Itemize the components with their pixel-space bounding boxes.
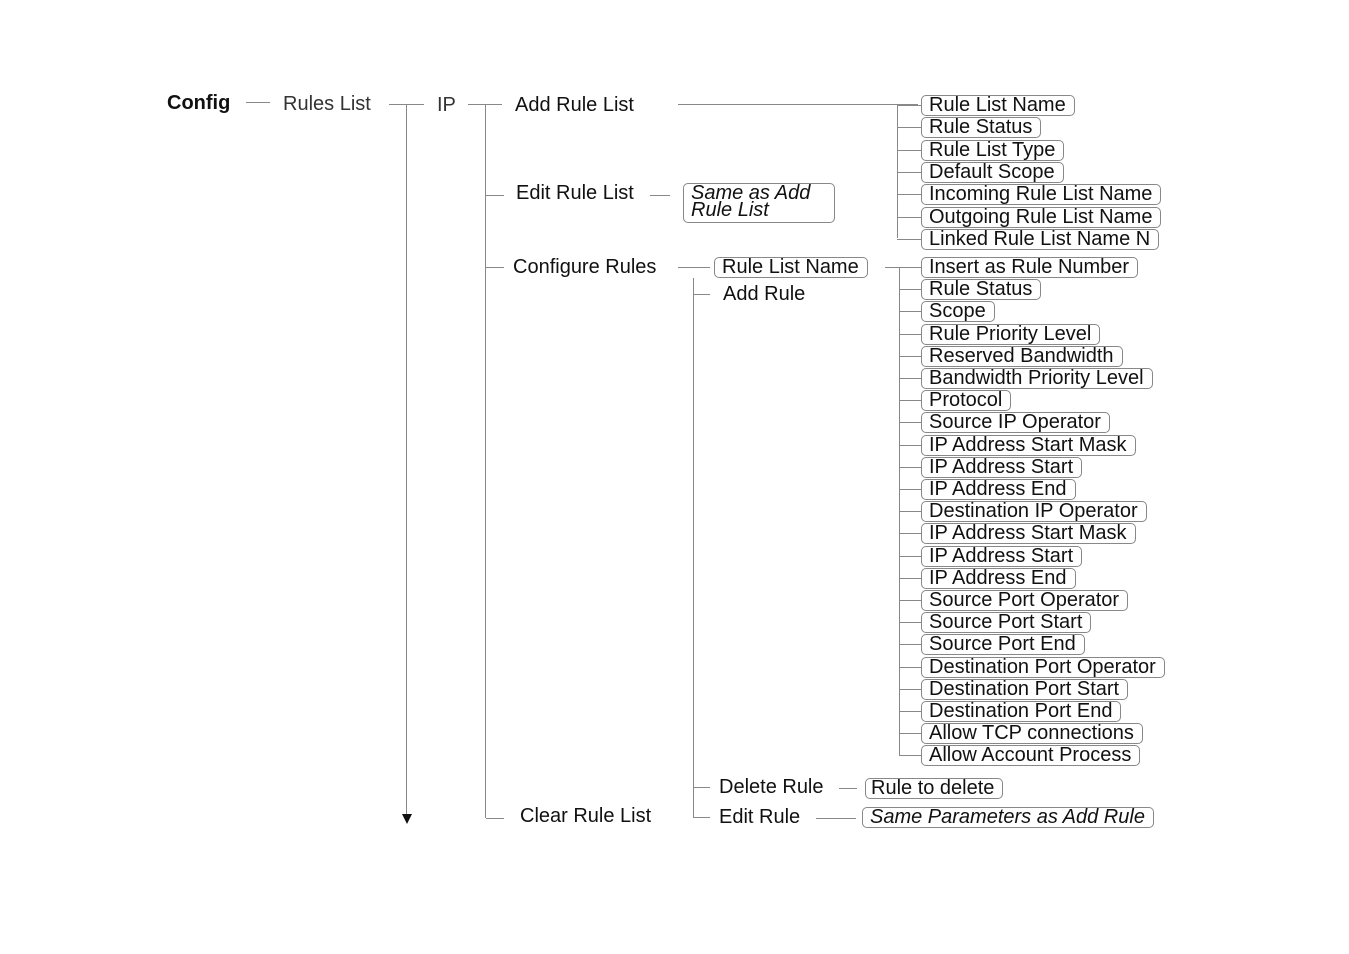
connector-line bbox=[899, 511, 921, 513]
param-item: Insert as Rule Number bbox=[921, 257, 1139, 278]
param-item: Scope bbox=[921, 301, 995, 323]
param-item: Rule Status bbox=[921, 279, 1042, 301]
param-item: Incoming Rule List Name bbox=[921, 184, 1162, 206]
connector-line bbox=[899, 378, 921, 379]
param-item: Destination Port Start bbox=[921, 678, 1129, 700]
connector-line bbox=[839, 788, 857, 789]
connector-line bbox=[899, 400, 921, 402]
node-delete-rule: Delete Rule bbox=[719, 776, 824, 798]
connector-line bbox=[897, 216, 921, 218]
node-add-rule-list: Add Rule List bbox=[515, 94, 634, 116]
param-item: Rule List Name bbox=[921, 95, 1075, 116]
connector-line bbox=[899, 688, 921, 690]
connector-line bbox=[486, 267, 504, 268]
connector-line bbox=[899, 533, 921, 535]
param-item: Protocol bbox=[921, 390, 1012, 412]
edit-rule-note: Same Parameters as Add Rule bbox=[862, 807, 1154, 828]
connector-line bbox=[897, 127, 921, 129]
param-item: Rule Status bbox=[921, 117, 1042, 139]
param-item: IP Address End bbox=[921, 479, 1076, 500]
connector-line bbox=[678, 267, 710, 268]
connector-line bbox=[650, 195, 670, 196]
param-item: Destination Port End bbox=[921, 701, 1122, 722]
param-item: Rule List Type bbox=[921, 139, 1065, 161]
connector-line bbox=[899, 289, 921, 291]
connector-line bbox=[678, 104, 918, 105]
connector-line bbox=[899, 444, 921, 446]
param-item: IP Address End bbox=[921, 567, 1076, 589]
connector-line bbox=[897, 149, 921, 151]
connector-line bbox=[694, 787, 710, 788]
connector-line bbox=[897, 105, 921, 106]
connector-line bbox=[246, 102, 270, 103]
param-item: Destination IP Operator bbox=[921, 501, 1147, 523]
node-rules-list: Rules List bbox=[283, 93, 371, 115]
connector-line bbox=[899, 600, 921, 601]
connector-line bbox=[899, 267, 921, 268]
connector-line bbox=[899, 355, 921, 357]
param-item: Rule Priority Level bbox=[921, 323, 1101, 345]
node-edit-rule: Edit Rule bbox=[719, 806, 801, 828]
connector-line bbox=[899, 555, 921, 557]
connector-line bbox=[486, 818, 504, 819]
connector-line bbox=[897, 171, 921, 173]
node-edit-rule-list: Edit Rule List bbox=[516, 182, 634, 204]
param-item: Allow TCP connections bbox=[921, 723, 1143, 745]
configure-rules-trunk-line bbox=[693, 278, 694, 818]
connector-line bbox=[694, 294, 710, 295]
param-item: Default Scope bbox=[921, 161, 1064, 183]
connector-line bbox=[899, 577, 921, 579]
param-item: Source Port End bbox=[921, 634, 1085, 656]
param-item: Source IP Operator bbox=[921, 412, 1110, 434]
ip-trunk-line bbox=[485, 104, 486, 818]
param-rule-list-name: Rule List Name bbox=[714, 257, 868, 278]
connector-line bbox=[899, 333, 921, 335]
edit-rule-list-note: Same as Add Rule List bbox=[683, 183, 835, 223]
rules-list-trunk-line bbox=[406, 104, 407, 814]
connector-line bbox=[897, 238, 921, 240]
connector-line bbox=[899, 311, 921, 313]
connector-line bbox=[899, 644, 921, 646]
down-arrow-icon bbox=[402, 814, 412, 824]
connector-line bbox=[899, 733, 921, 735]
param-item: Linked Rule List Name N bbox=[921, 228, 1160, 250]
connector-line bbox=[899, 622, 921, 624]
connector-line bbox=[816, 818, 856, 819]
node-config: Config bbox=[167, 92, 231, 114]
node-add-rule: Add Rule bbox=[723, 283, 806, 305]
param-item: IP Address Start bbox=[921, 545, 1083, 567]
note-line: Rule List bbox=[691, 199, 769, 221]
param-item: IP Address Start Mask bbox=[921, 434, 1136, 456]
connector-line bbox=[899, 422, 921, 424]
connector-line bbox=[897, 194, 921, 196]
param-item: Outgoing Rule List Name bbox=[921, 206, 1162, 228]
param-item: IP Address Start bbox=[921, 456, 1083, 478]
connector-line bbox=[899, 755, 921, 757]
param-item: Destination Port Operator bbox=[921, 656, 1165, 678]
param-item: Bandwidth Priority Level bbox=[921, 368, 1153, 389]
connector-line bbox=[899, 711, 921, 712]
node-configure-rules: Configure Rules bbox=[513, 256, 657, 278]
connector-line bbox=[694, 817, 710, 818]
node-ip: IP bbox=[437, 94, 456, 116]
connector-line bbox=[899, 666, 921, 668]
connector-line bbox=[899, 489, 921, 490]
connector-line bbox=[899, 466, 921, 468]
node-clear-rule-list: Clear Rule List bbox=[520, 805, 652, 827]
param-item: Source Port Start bbox=[921, 612, 1092, 634]
param-item: IP Address Start Mask bbox=[921, 523, 1136, 545]
param-item: Allow Account Process bbox=[921, 745, 1141, 767]
connector-line bbox=[486, 195, 504, 196]
param-item: Reserved Bandwidth bbox=[921, 345, 1123, 367]
param-rule-to-delete: Rule to delete bbox=[865, 778, 1004, 799]
param-item: Source Port Operator bbox=[921, 590, 1129, 611]
